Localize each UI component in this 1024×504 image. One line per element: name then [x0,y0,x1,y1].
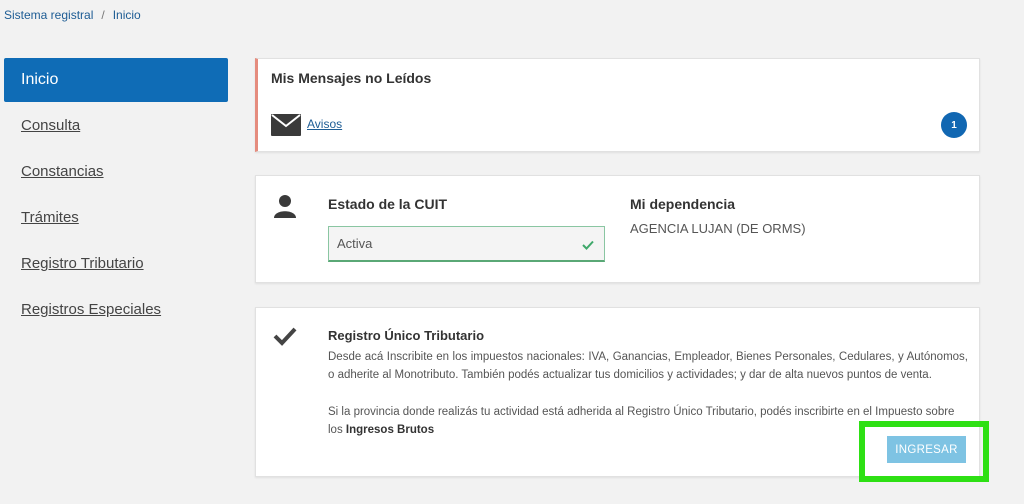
cuit-status-field: Activa [328,226,605,262]
sidebar-item-tramites[interactable]: Trámites [4,196,228,240]
breadcrumb-current[interactable]: Inicio [113,8,141,22]
sidebar-item-registros-especiales[interactable]: Registros Especiales [4,288,228,332]
rut-title: Registro Único Tributario [328,328,485,343]
cuit-status-card: Estado de la CUIT Activa Mi dependencia … [255,175,980,283]
breadcrumb: Sistema registral / Inicio [4,8,141,22]
dependency-value: AGENCIA LUJAN (DE ORMS) [630,221,806,236]
person-icon [274,194,296,223]
ingresar-button[interactable]: INGRESAR [887,436,966,463]
ingresos-brutos-text: Ingresos Brutos [345,423,435,436]
cuit-status-value: Activa [337,236,373,251]
sidebar: Inicio Consulta Constancias Trámites Reg… [4,58,228,334]
avisos-link[interactable]: Avisos [307,117,342,131]
unread-count-badge: 1 [941,112,967,138]
unread-messages-card: Mis Mensajes no Leídos Avisos 1 [255,58,980,152]
breadcrumb-root[interactable]: Sistema registral [4,8,93,22]
dependency-label: Mi dependencia [630,196,736,212]
check-icon [582,237,594,255]
checkmark-icon [273,326,297,351]
sidebar-item-consulta[interactable]: Consulta [4,104,228,148]
unread-messages-title: Mis Mensajes no Leídos [271,70,432,86]
breadcrumb-separator: / [101,8,105,22]
sidebar-item-registro-tributario[interactable]: Registro Tributario [4,242,228,286]
rut-description: Desde acá Inscribite en los impuestos na… [328,351,968,381]
cuit-status-label: Estado de la CUIT [328,196,448,212]
envelope-icon [271,114,301,141]
sidebar-item-constancias[interactable]: Constancias [4,150,228,194]
sidebar-item-inicio[interactable]: Inicio [4,58,228,102]
